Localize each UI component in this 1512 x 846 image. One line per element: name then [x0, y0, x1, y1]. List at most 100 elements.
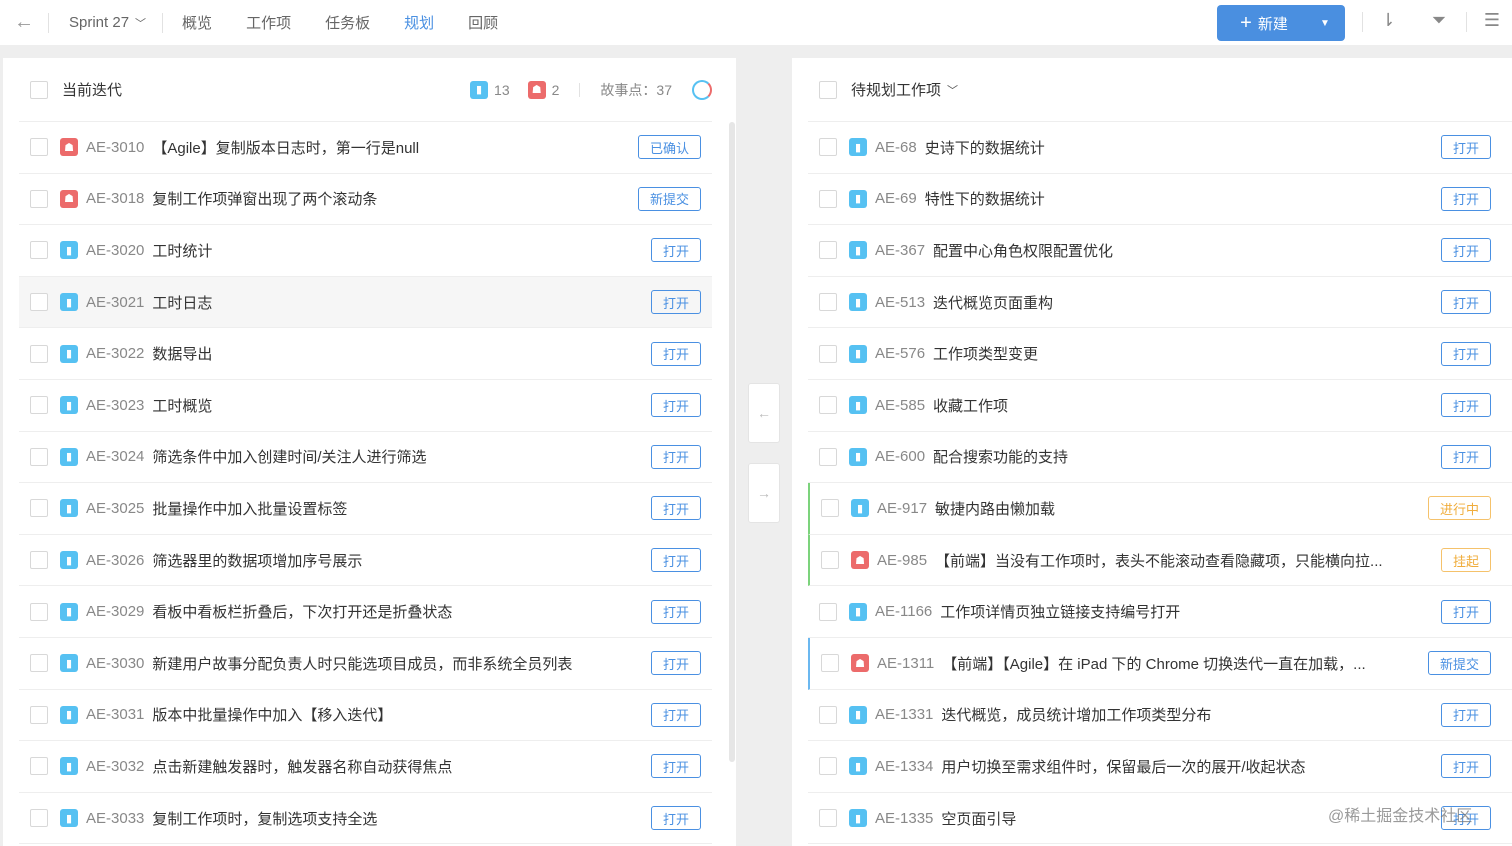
scrollbar[interactable] — [729, 122, 735, 762]
item-key[interactable]: AE-3029 — [86, 603, 144, 620]
item-title[interactable]: 工作项详情页独立链接支持编号打开 — [940, 601, 1180, 622]
tab-2[interactable]: 任务板 — [325, 12, 370, 33]
item-key[interactable]: AE-3030 — [86, 655, 144, 672]
row-checkbox[interactable] — [30, 396, 48, 415]
work-item-row[interactable]: ▮ AE-3024 筛选条件中加入创建时间/关注人进行筛选 打开 — [19, 432, 712, 484]
item-title[interactable]: 空页面引导 — [941, 808, 1016, 829]
tab-1[interactable]: 工作项 — [246, 12, 291, 33]
item-key[interactable]: AE-367 — [875, 242, 925, 259]
item-key[interactable]: AE-1331 — [875, 706, 933, 723]
row-checkbox[interactable] — [30, 757, 48, 776]
status-badge[interactable]: 打开 — [1440, 702, 1491, 727]
item-title[interactable]: 筛选条件中加入创建时间/关注人进行筛选 — [152, 446, 426, 467]
status-badge[interactable]: 打开 — [1440, 290, 1491, 315]
row-checkbox[interactable] — [821, 654, 839, 673]
row-checkbox[interactable] — [819, 809, 837, 828]
work-item-row[interactable]: ▮ AE-3033 复制工作项时，复制选项支持全选 打开 — [19, 793, 712, 845]
item-key[interactable]: AE-917 — [877, 500, 927, 517]
row-checkbox[interactable] — [819, 138, 837, 157]
work-item-row[interactable]: ☗ AE-985 【前端】当没有工作项时，表头不能滚动查看隐藏项，只能横向拉... 挂… — [808, 534, 1512, 587]
item-key[interactable]: AE-3021 — [86, 294, 144, 311]
item-key[interactable]: AE-576 — [875, 345, 925, 362]
item-key[interactable]: AE-985 — [877, 552, 927, 569]
item-key[interactable]: AE-1166 — [875, 603, 932, 620]
item-key[interactable]: AE-1334 — [875, 758, 933, 775]
status-badge[interactable]: 打开 — [650, 548, 701, 573]
row-checkbox[interactable] — [821, 499, 839, 518]
item-title[interactable]: 看板中看板栏折叠后，下次打开还是折叠状态 — [152, 601, 452, 622]
work-item-row[interactable]: ▮ AE-3032 点击新建触发器时，触发器名称自动获得焦点 打开 — [19, 741, 712, 793]
row-checkbox[interactable] — [30, 138, 48, 157]
list-view-icon[interactable]: ☰ — [1480, 10, 1504, 34]
work-item-row[interactable]: ▮ AE-513 迭代概览页面重构 打开 — [808, 277, 1512, 329]
row-checkbox[interactable] — [819, 189, 837, 208]
status-badge[interactable]: 打开 — [650, 444, 701, 469]
work-item-row[interactable]: ▮ AE-576 工作项类型变更 打开 — [808, 328, 1512, 380]
back-arrow-icon[interactable]: ← — [0, 11, 48, 34]
row-checkbox[interactable] — [30, 293, 48, 312]
work-item-row[interactable]: ▮ AE-69 特性下的数据统计 打开 — [808, 174, 1512, 226]
status-badge[interactable]: 打开 — [650, 341, 701, 366]
work-item-row[interactable]: ☗ AE-3018 复制工作项弹窗出现了两个滚动条 新提交 — [19, 174, 712, 226]
row-checkbox[interactable] — [30, 241, 48, 260]
work-item-row[interactable]: ▮ AE-3029 看板中看板栏折叠后，下次打开还是折叠状态 打开 — [19, 586, 712, 638]
item-title[interactable]: 特性下的数据统计 — [925, 188, 1045, 209]
item-title[interactable]: 点击新建触发器时，触发器名称自动获得焦点 — [152, 756, 452, 777]
item-title[interactable]: 工时日志 — [152, 292, 212, 313]
sprint-selector[interactable]: Sprint 27 ﹀ — [49, 14, 162, 31]
work-item-row[interactable]: ☗ AE-3010 【Agile】复制版本日志时，第一行是null 已确认 — [19, 122, 712, 174]
sort-icon[interactable]: ⇂ — [1376, 10, 1400, 34]
status-badge[interactable]: 新提交 — [1427, 651, 1491, 676]
work-item-row[interactable]: ▮ AE-3020 工时统计 打开 — [19, 225, 712, 277]
item-key[interactable]: AE-3031 — [86, 706, 144, 723]
work-item-row[interactable]: ▮ AE-3030 新建用户故事分配负责人时只能选项目成员，而非系统全员列表 打开 — [19, 638, 712, 690]
item-title[interactable]: 【前端】当没有工作项时，表头不能滚动查看隐藏项，只能横向拉... — [935, 550, 1383, 571]
row-checkbox[interactable] — [819, 293, 837, 312]
item-key[interactable]: AE-3024 — [86, 448, 144, 465]
work-item-row[interactable]: ▮ AE-367 配置中心角色权限配置优化 打开 — [808, 225, 1512, 277]
work-item-row[interactable]: ☗ AE-1311 【前端】【Agile】在 iPad 下的 Chrome 切换迭代… — [808, 637, 1512, 690]
tab-4[interactable]: 回顾 — [468, 12, 498, 33]
status-badge[interactable]: 打开 — [650, 599, 701, 624]
move-left-button[interactable]: ← — [748, 383, 780, 443]
status-badge[interactable]: 打开 — [1440, 444, 1491, 469]
status-badge[interactable]: 打开 — [1440, 754, 1491, 779]
row-checkbox[interactable] — [819, 241, 837, 260]
item-title[interactable]: 版本中批量操作中加入【移入迭代】 — [152, 704, 392, 725]
item-key[interactable]: AE-1335 — [875, 810, 933, 827]
item-key[interactable]: AE-1311 — [877, 655, 934, 672]
item-title[interactable]: 工时统计 — [152, 240, 212, 261]
item-title[interactable]: 迭代概览页面重构 — [933, 292, 1053, 313]
status-badge[interactable]: 打开 — [1440, 186, 1491, 211]
item-title[interactable]: 收藏工作项 — [933, 395, 1008, 416]
item-title[interactable]: 复制工作项弹窗出现了两个滚动条 — [152, 188, 377, 209]
row-checkbox[interactable] — [30, 499, 48, 518]
status-badge[interactable]: 打开 — [650, 651, 701, 676]
item-key[interactable]: AE-3023 — [86, 397, 144, 414]
work-item-row[interactable]: ▮ AE-1334 用户切换至需求组件时，保留最后一次的展开/收起状态 打开 — [808, 741, 1512, 793]
item-key[interactable]: AE-3018 — [86, 190, 144, 207]
item-key[interactable]: AE-69 — [875, 190, 917, 207]
work-item-row[interactable]: ▮ AE-600 配合搜索功能的支持 打开 — [808, 432, 1512, 484]
row-checkbox[interactable] — [819, 447, 837, 466]
work-item-row[interactable]: ▮ AE-1331 迭代概览，成员统计增加工作项类型分布 打开 — [808, 690, 1512, 742]
status-badge[interactable]: 已确认 — [637, 135, 701, 160]
item-key[interactable]: AE-3033 — [86, 810, 144, 827]
status-badge[interactable]: 打开 — [650, 806, 701, 831]
row-checkbox[interactable] — [821, 551, 839, 570]
status-badge[interactable]: 进行中 — [1427, 496, 1491, 521]
row-checkbox[interactable] — [30, 602, 48, 621]
item-title[interactable]: 配置中心角色权限配置优化 — [933, 240, 1113, 261]
item-title[interactable]: 批量操作中加入批量设置标签 — [152, 498, 347, 519]
item-title[interactable]: 史诗下的数据统计 — [925, 137, 1045, 158]
status-badge[interactable]: 打开 — [650, 290, 701, 315]
new-button-main[interactable]: + 新建 — [1217, 12, 1305, 35]
chevron-down-icon[interactable]: ﹀ — [947, 82, 958, 98]
item-title[interactable]: 迭代概览，成员统计增加工作项类型分布 — [941, 704, 1211, 725]
status-badge[interactable]: 打开 — [1440, 135, 1491, 160]
row-checkbox[interactable] — [30, 654, 48, 673]
status-badge[interactable]: 打开 — [650, 393, 701, 418]
item-key[interactable]: AE-3025 — [86, 500, 144, 517]
status-badge[interactable]: 打开 — [1440, 238, 1491, 263]
row-checkbox[interactable] — [30, 809, 48, 828]
